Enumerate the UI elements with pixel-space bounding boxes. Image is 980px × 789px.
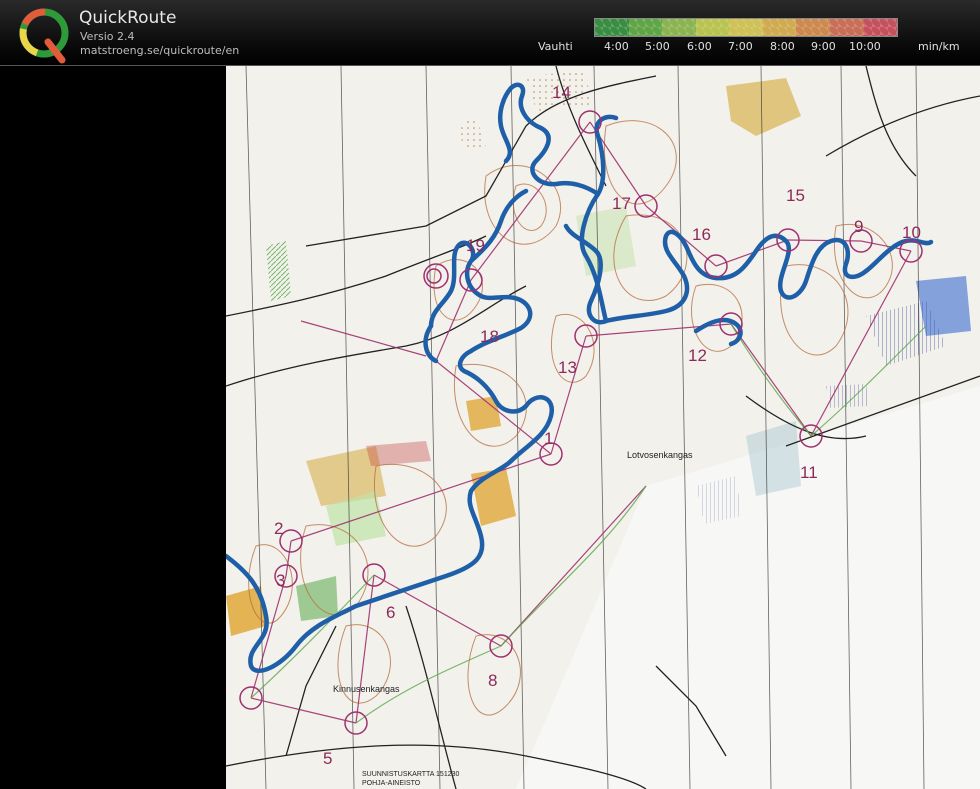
control-label: 9 xyxy=(854,217,863,236)
quickroute-logo-icon xyxy=(19,8,69,64)
pace-color-bar xyxy=(594,18,898,37)
control-label: 1 xyxy=(544,429,553,448)
pace-color-segment xyxy=(628,19,663,36)
place-name-kinnusenkangas: Kinnusenkangas xyxy=(333,684,400,694)
control-label: 15 xyxy=(786,186,805,205)
control-label: 17 xyxy=(612,194,631,213)
pace-tick-label: 5:00 xyxy=(645,40,670,53)
pace-tick-label: 8:00 xyxy=(770,40,795,53)
control-label: 14 xyxy=(552,83,571,102)
place-name-lotvosenkangas: Lotvosenkangas xyxy=(627,450,693,460)
pace-unit: min/km xyxy=(918,40,960,53)
pace-tick-label: 10:00 xyxy=(849,40,881,53)
pace-color-segment xyxy=(662,19,696,36)
pace-tick-label: 6:00 xyxy=(687,40,712,53)
map-footer-line-1: SUUNNISTUSKARTTA 151230 xyxy=(362,771,459,778)
pace-color-segment xyxy=(729,19,763,36)
control-label: 10 xyxy=(902,223,921,242)
pace-tick-label: 9:00 xyxy=(811,40,836,53)
control-label: 19 xyxy=(466,236,485,255)
app-url[interactable]: matstroeng.se/quickroute/en xyxy=(80,44,239,57)
pace-color-segment xyxy=(863,19,898,36)
control-label: 5 xyxy=(323,749,332,768)
app-header: QuickRoute Versio 2.4 matstroeng.se/quic… xyxy=(0,0,980,66)
pace-color-segment xyxy=(796,19,830,36)
pace-color-segment xyxy=(695,19,730,36)
pace-color-segment xyxy=(762,19,797,36)
control-label: 6 xyxy=(386,603,395,622)
pace-color-segment xyxy=(829,19,864,36)
side-panel xyxy=(0,66,226,789)
app-title: QuickRoute xyxy=(79,8,177,28)
pace-legend-label: Vauhti xyxy=(538,40,573,53)
control-label: 12 xyxy=(688,346,707,365)
control-label: 18 xyxy=(480,327,499,346)
map-canvas[interactable]: 1 2 3 5 6 8 9 10 11 12 13 14 15 16 17 18… xyxy=(226,66,980,789)
pace-tick-label: 4:00 xyxy=(604,40,629,53)
control-label: 2 xyxy=(274,519,283,538)
control-label: 16 xyxy=(692,225,711,244)
orienteering-map[interactable]: 1 2 3 5 6 8 9 10 11 12 13 14 15 16 17 18… xyxy=(226,66,980,789)
control-label: 11 xyxy=(800,463,818,482)
app-version: Versio 2.4 xyxy=(80,30,135,43)
control-label: 8 xyxy=(488,671,497,690)
pace-tick-label: 7:00 xyxy=(728,40,753,53)
pace-color-segment xyxy=(595,19,629,36)
map-footer-line-2: POHJA-AINEISTO xyxy=(362,780,421,787)
control-label: 3 xyxy=(276,571,285,590)
control-label: 13 xyxy=(558,358,577,377)
